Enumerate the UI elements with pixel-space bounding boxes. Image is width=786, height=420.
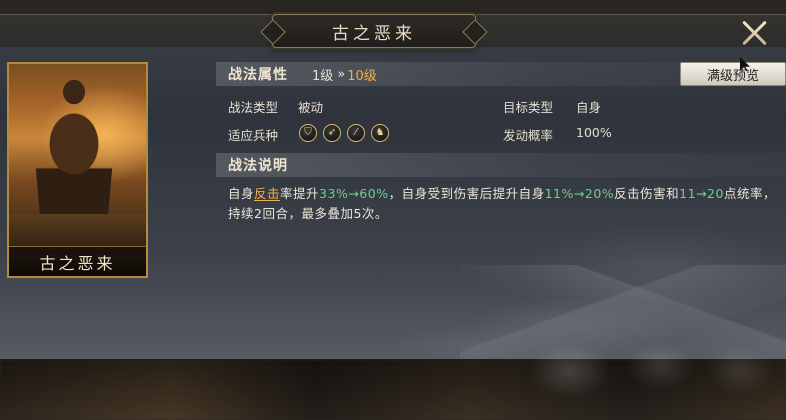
card-name: 古之恶来 — [39, 253, 116, 273]
target-type-value: 自身 — [576, 100, 602, 115]
spear-icon: ⁄ — [347, 124, 365, 142]
desc-text: 反击伤害和 — [614, 186, 680, 201]
watermark — [520, 310, 780, 410]
max-level-preview-button[interactable]: 满级预览 — [680, 62, 786, 86]
counterattack-keyword-link[interactable]: 反击 — [254, 186, 280, 201]
desc-value: 11%→20% — [544, 186, 615, 201]
trigger-chance-value: 100% — [576, 125, 612, 140]
troop-type-label: 适应兵种 — [228, 128, 279, 143]
desc-value: 33%→60% — [319, 186, 389, 201]
level-max: 10级 — [347, 68, 377, 84]
desc-text: ，自身受到伤害后提升自身 — [388, 186, 545, 201]
shield-icon: ⛉ — [299, 124, 317, 142]
target-type-label: 目标类型 — [503, 100, 554, 115]
page-title: 古之恶来 — [332, 23, 416, 44]
bow-icon: ➶ — [323, 124, 341, 142]
title-plate: 古之恶来 — [272, 14, 476, 48]
desc-text: 自身 — [228, 186, 255, 201]
description-header: 战法说明 — [216, 153, 786, 177]
skill-type-value: 被动 — [298, 100, 324, 115]
horse-icon: ♞ — [371, 124, 389, 142]
skill-description: 自身反击率提升33%→60%，自身受到伤害后提升自身11%→20%反击伤害和11… — [228, 184, 776, 224]
trigger-chance-label: 发动概率 — [503, 128, 554, 143]
desc-text: 率提升 — [280, 186, 320, 201]
skill-card: 古之恶来 — [7, 62, 148, 278]
close-icon[interactable] — [740, 18, 770, 48]
level-arrow-icon: » — [337, 66, 346, 82]
level-current: 1级 — [312, 68, 334, 84]
skill-type-label: 战法类型 — [228, 100, 279, 115]
desc-value: 11→20 — [679, 186, 724, 201]
card-name-bar: 古之恶来 — [9, 246, 146, 276]
attributes-title: 战法属性 — [228, 67, 288, 83]
description-title: 战法说明 — [228, 158, 288, 174]
